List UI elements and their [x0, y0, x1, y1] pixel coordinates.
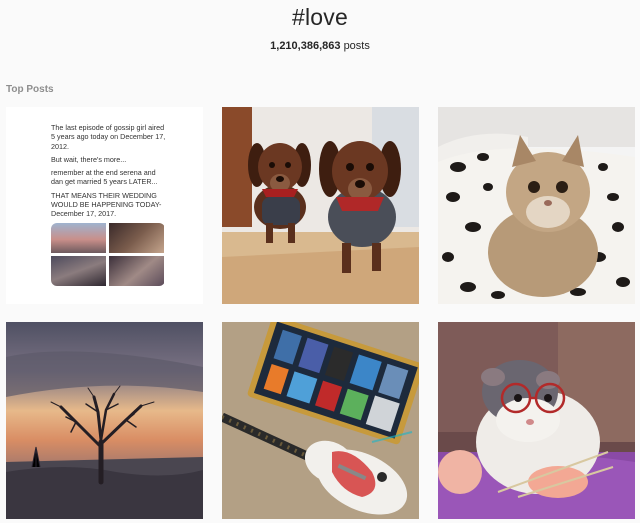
- post-tile-guinea-pig[interactable]: [438, 322, 635, 519]
- post-image-collage: [51, 222, 165, 286]
- post-count-suffix: posts: [343, 40, 370, 52]
- post-tile-dachshunds[interactable]: [222, 107, 419, 304]
- post-tile-tree[interactable]: [6, 322, 203, 519]
- guitar-pedalboard-photo: [222, 322, 419, 519]
- post-tile-cat[interactable]: [438, 107, 635, 304]
- post-text-line: THAT MEANS THEIR WEDDING WOULD BE HAPPEN…: [51, 190, 162, 219]
- dachshund-photo: [222, 107, 419, 304]
- top-posts-label: Top Posts: [6, 84, 54, 95]
- cat-photo: [438, 107, 635, 304]
- hashtag-title: #love: [292, 4, 348, 30]
- post-count-number: 1,210,386,863: [270, 40, 341, 52]
- post-text-line: The last episode of gossip girl aired 5 …: [51, 123, 166, 151]
- guinea-pig-photo: [438, 322, 635, 519]
- tree-sunset-photo: [6, 322, 203, 519]
- post-text-line: But wait, there's more...: [51, 154, 127, 164]
- post-tile-guitar[interactable]: [222, 322, 419, 519]
- post-count: 1,210,386,863 posts: [0, 40, 640, 52]
- post-tile-text[interactable]: The last episode of gossip girl aired 5 …: [6, 107, 203, 304]
- post-text-line: remember at the end serena and dan get m…: [51, 168, 158, 187]
